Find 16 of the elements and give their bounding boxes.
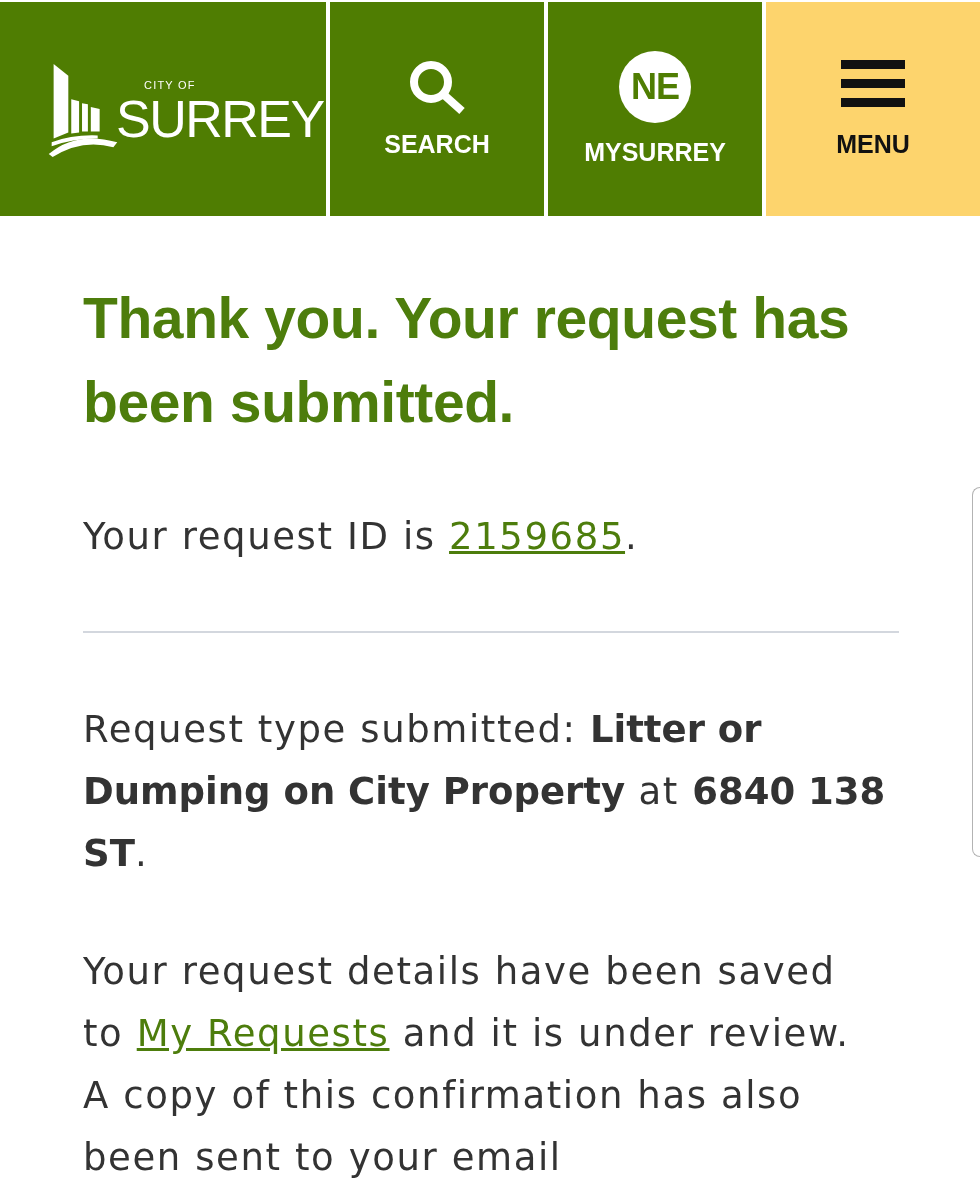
profile-badge: NE — [619, 51, 691, 123]
request-id-text: Your request ID is 2159685. — [83, 514, 640, 560]
request-details-text: Your request details have been saved to My Requests and it is under review. A copy of this confirmation has also been sent to your email — [83, 949, 851, 1181]
menu-icon — [841, 59, 905, 107]
search-button[interactable]: SEARCH — [330, 2, 544, 216]
request-type-text: Request type submitted: Litter or Dumping on City Property at 6840 138 ST. — [83, 707, 887, 877]
menu-button[interactable]: MENU — [766, 2, 980, 216]
logo-wordmark: SURREY — [116, 91, 324, 146]
city-logo-link[interactable]: CITY OF SURREY — [0, 2, 326, 216]
confirmation-heading: Thank you. Your request has been submitted. — [83, 285, 851, 436]
my-requests-link[interactable]: My Requests — [136, 1012, 390, 1055]
city-logo-icon — [48, 63, 118, 157]
mysurrey-button[interactable]: NE MYSURREY — [548, 2, 762, 216]
logo-subtitle: CITY OF — [144, 78, 197, 92]
search-icon — [407, 59, 467, 115]
request-id-link[interactable]: 2159685 — [449, 515, 626, 558]
